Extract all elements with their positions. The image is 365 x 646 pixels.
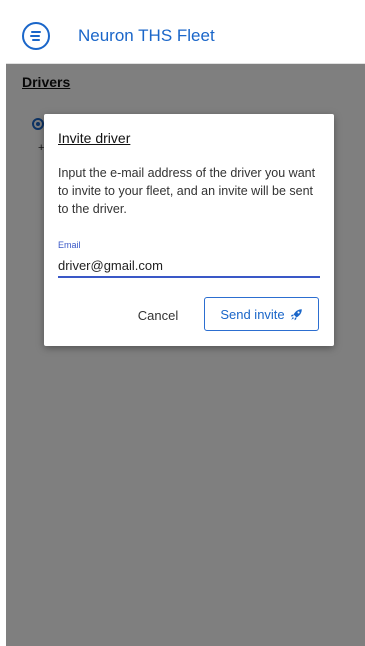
dialog-title: Invite driver xyxy=(58,130,131,146)
cancel-button[interactable]: Cancel xyxy=(124,298,192,332)
app-title: Neuron THS Fleet xyxy=(78,26,215,45)
send-invite-button[interactable]: Send invite xyxy=(204,297,319,331)
dialog-description: Input the e-mail address of the driver y… xyxy=(58,166,316,216)
app-window: Neuron THS Fleet Drivers + Invite driver… xyxy=(0,0,365,646)
app-header: Neuron THS Fleet xyxy=(6,8,365,64)
email-label: Email xyxy=(58,240,81,250)
rocket-icon xyxy=(290,308,303,321)
invite-driver-dialog: Invite driver Input the e-mail address o… xyxy=(44,114,334,346)
send-invite-label: Send invite xyxy=(220,306,285,322)
menu-icon[interactable] xyxy=(22,22,50,50)
email-field[interactable] xyxy=(58,254,320,278)
